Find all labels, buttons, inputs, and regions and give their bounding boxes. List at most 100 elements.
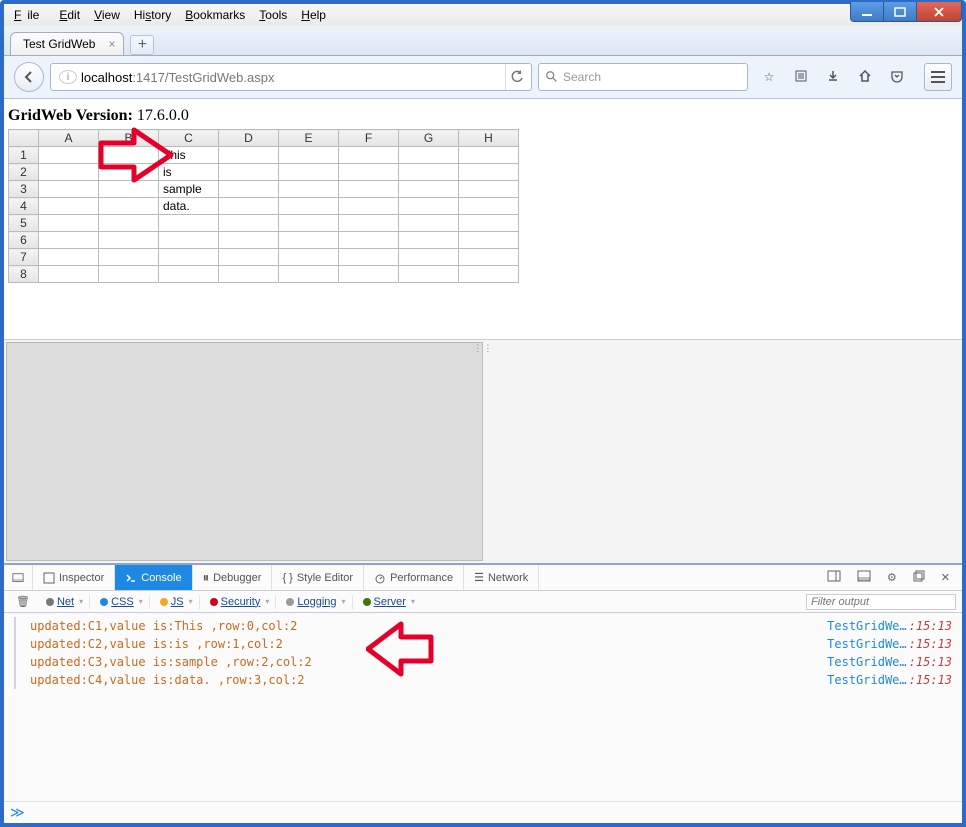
menu-history[interactable]: History	[128, 6, 177, 24]
cell-H7[interactable]	[459, 249, 519, 266]
horizontal-scrollbar[interactable]: ⋮⋮	[4, 339, 962, 564]
tab-inspector[interactable]: Inspector	[33, 565, 115, 590]
filter-output-input[interactable]	[806, 594, 956, 610]
cell-F8[interactable]	[339, 266, 399, 283]
filter-js[interactable]: JS▾	[154, 595, 200, 609]
cell-C7[interactable]	[159, 249, 219, 266]
filter-logging[interactable]: Logging▾	[280, 595, 352, 609]
row-header-3[interactable]: 3	[9, 181, 39, 198]
cell-D2[interactable]	[219, 164, 279, 181]
search-box[interactable]: Search	[538, 63, 748, 91]
row-header-1[interactable]: 1	[9, 147, 39, 164]
col-header-G[interactable]: G	[399, 130, 459, 147]
menu-tools[interactable]: Tools	[253, 6, 293, 24]
devtools-popout-icon[interactable]	[909, 568, 929, 587]
reader-icon[interactable]	[792, 69, 810, 86]
cell-H6[interactable]	[459, 232, 519, 249]
cell-A8[interactable]	[39, 266, 99, 283]
minimize-button[interactable]	[850, 2, 884, 22]
cell-A1[interactable]	[39, 147, 99, 164]
download-icon[interactable]	[824, 69, 842, 86]
col-header-A[interactable]: A	[39, 130, 99, 147]
cell-B6[interactable]	[99, 232, 159, 249]
cell-C8[interactable]	[159, 266, 219, 283]
cell-F5[interactable]	[339, 215, 399, 232]
cell-B4[interactable]	[99, 198, 159, 215]
tab-styleeditor[interactable]: { }Style Editor	[272, 565, 364, 590]
cell-F3[interactable]	[339, 181, 399, 198]
cell-D5[interactable]	[219, 215, 279, 232]
cell-H1[interactable]	[459, 147, 519, 164]
console-source-link[interactable]: TestGridWe…	[827, 637, 906, 651]
filter-net[interactable]: Net▾	[40, 595, 90, 609]
cell-E6[interactable]	[279, 232, 339, 249]
tab-debugger[interactable]: ⏸Debugger	[193, 565, 273, 590]
cell-D8[interactable]	[219, 266, 279, 283]
cell-E5[interactable]	[279, 215, 339, 232]
pocket-icon[interactable]	[888, 69, 906, 86]
back-button[interactable]	[14, 62, 44, 92]
cell-E8[interactable]	[279, 266, 339, 283]
cell-A3[interactable]	[39, 181, 99, 198]
col-header-H[interactable]: H	[459, 130, 519, 147]
tab-performance[interactable]: Performance	[364, 565, 464, 590]
cell-H4[interactable]	[459, 198, 519, 215]
cell-C4[interactable]: data.	[159, 198, 219, 215]
row-header-5[interactable]: 5	[9, 215, 39, 232]
row-header-8[interactable]: 8	[9, 266, 39, 283]
cell-A5[interactable]	[39, 215, 99, 232]
bookmark-star-icon[interactable]: ☆	[760, 70, 778, 84]
cell-G1[interactable]	[399, 147, 459, 164]
devtools-close-icon[interactable]: ✕	[937, 569, 954, 586]
cell-B8[interactable]	[99, 266, 159, 283]
cell-D4[interactable]	[219, 198, 279, 215]
cell-F2[interactable]	[339, 164, 399, 181]
cell-G6[interactable]	[399, 232, 459, 249]
reload-button[interactable]	[505, 64, 527, 90]
menu-button[interactable]	[924, 63, 952, 91]
menu-bookmarks[interactable]: Bookmarks	[179, 6, 251, 24]
cell-A6[interactable]	[39, 232, 99, 249]
console-source-link[interactable]: TestGridWe…	[827, 619, 906, 633]
filter-server[interactable]: Server▾	[357, 595, 421, 609]
cell-C5[interactable]	[159, 215, 219, 232]
cell-F4[interactable]	[339, 198, 399, 215]
cell-G8[interactable]	[399, 266, 459, 283]
col-header-F[interactable]: F	[339, 130, 399, 147]
cell-G7[interactable]	[399, 249, 459, 266]
cell-F1[interactable]	[339, 147, 399, 164]
cell-G4[interactable]	[399, 198, 459, 215]
cell-B7[interactable]	[99, 249, 159, 266]
console-source-link[interactable]: TestGridWe…	[827, 655, 906, 669]
cell-F7[interactable]	[339, 249, 399, 266]
cell-A4[interactable]	[39, 198, 99, 215]
cell-D3[interactable]	[219, 181, 279, 198]
cell-F6[interactable]	[339, 232, 399, 249]
cell-G5[interactable]	[399, 215, 459, 232]
console-prompt[interactable]: ≫	[4, 801, 962, 823]
devtools-toggle-icon[interactable]	[4, 565, 33, 590]
devtools-split-icon[interactable]	[823, 568, 845, 587]
close-button[interactable]	[916, 2, 962, 22]
col-header-E[interactable]: E	[279, 130, 339, 147]
home-icon[interactable]	[856, 69, 874, 86]
cell-B5[interactable]	[99, 215, 159, 232]
maximize-button[interactable]	[883, 2, 917, 22]
grid-corner[interactable]	[9, 130, 39, 147]
cell-H8[interactable]	[459, 266, 519, 283]
cell-A2[interactable]	[39, 164, 99, 181]
cell-D1[interactable]	[219, 147, 279, 164]
cell-G3[interactable]	[399, 181, 459, 198]
cell-D6[interactable]	[219, 232, 279, 249]
cell-E4[interactable]	[279, 198, 339, 215]
menu-edit[interactable]: Edit	[53, 6, 86, 24]
cell-A7[interactable]	[39, 249, 99, 266]
devtools-settings-icon[interactable]: ⚙	[883, 569, 901, 586]
cell-H3[interactable]	[459, 181, 519, 198]
devtools-dock-icon[interactable]	[853, 568, 875, 587]
console-source-link[interactable]: TestGridWe…	[827, 673, 906, 687]
cell-E7[interactable]	[279, 249, 339, 266]
menu-file[interactable]: File	[8, 6, 51, 24]
site-info-icon[interactable]: i	[59, 70, 77, 84]
cell-D7[interactable]	[219, 249, 279, 266]
